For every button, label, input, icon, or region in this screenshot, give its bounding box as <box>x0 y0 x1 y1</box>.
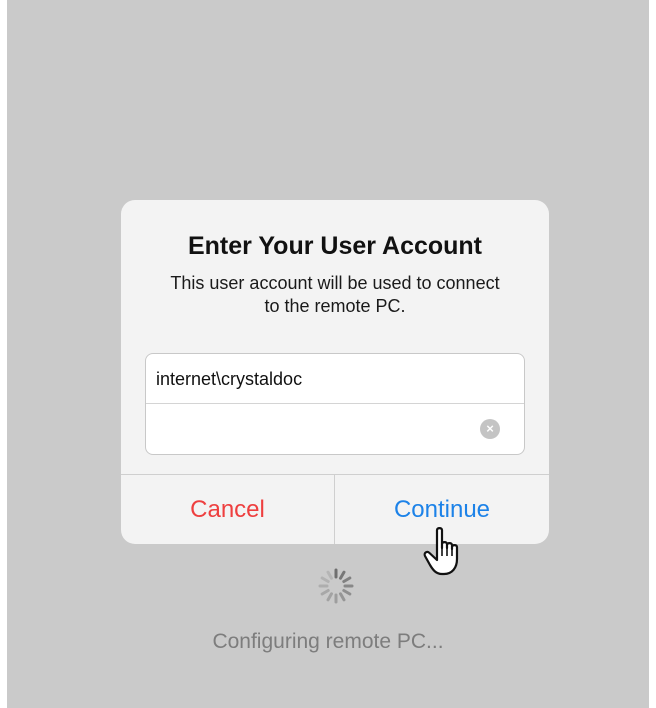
dialog-actions: Cancel Continue <box>121 474 549 544</box>
cancel-button[interactable]: Cancel <box>121 475 335 544</box>
password-input[interactable] <box>156 404 486 454</box>
username-field-row <box>146 354 524 404</box>
status-text: Configuring remote PC... <box>212 630 444 653</box>
clear-text-icon[interactable]: × <box>480 419 500 439</box>
user-account-dialog: Enter Your User Account This user accoun… <box>121 200 549 544</box>
credentials-field-group: × <box>145 353 525 455</box>
app-screen: Enter Your User Account This user accoun… <box>7 0 649 708</box>
hand-pointer-cursor-icon <box>423 527 459 576</box>
username-input[interactable] <box>156 354 486 404</box>
password-field-row: × <box>146 404 524 454</box>
dialog-message: This user account will be used to connec… <box>170 273 500 316</box>
dialog-title: Enter Your User Account <box>187 232 483 260</box>
loading-spinner-icon <box>318 568 354 604</box>
